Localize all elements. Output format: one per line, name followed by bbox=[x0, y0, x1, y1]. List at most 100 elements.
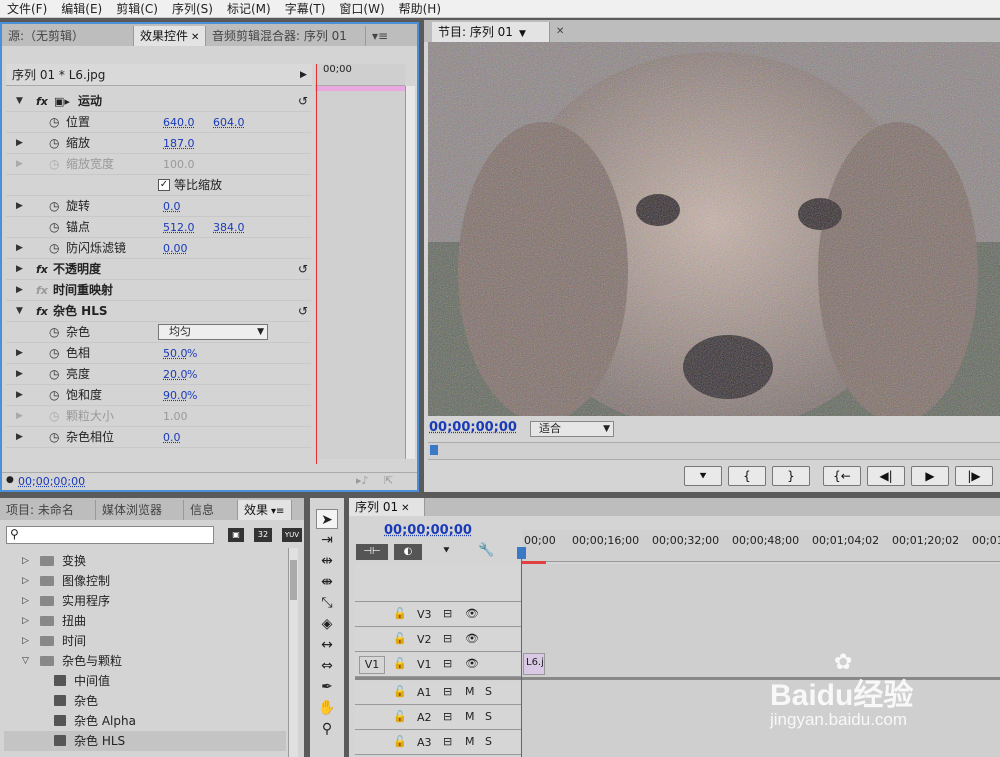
step-back-button[interactable]: ◀| bbox=[867, 466, 905, 486]
toggle-sync-lock-icon[interactable]: ⊟ bbox=[443, 632, 452, 645]
timeline-playhead[interactable] bbox=[521, 547, 522, 757]
tab-media-browser[interactable]: 媒体浏览器 bbox=[96, 500, 184, 520]
scale-value[interactable]: 187.0 bbox=[163, 133, 195, 154]
lock-icon[interactable]: 🔓 bbox=[393, 657, 407, 670]
stopwatch-icon[interactable]: ◷ bbox=[49, 196, 59, 217]
eye-icon[interactable]: 👁 bbox=[465, 657, 479, 670]
clip-l6[interactable]: L6.j bbox=[523, 653, 545, 675]
expand-icon[interactable]: ▶ bbox=[16, 259, 23, 280]
transform-icon[interactable]: ▣▸ bbox=[54, 91, 70, 112]
effect-folder-utility[interactable]: ▷ 实用程序 bbox=[4, 591, 286, 611]
expand-icon[interactable]: ▶ bbox=[16, 364, 23, 385]
lock-icon[interactable]: 🔓 bbox=[393, 685, 407, 698]
menu-file[interactable]: 文件(F) bbox=[0, 0, 54, 18]
effect-noise-hls[interactable]: 杂色 HLS bbox=[4, 731, 286, 751]
program-scrub-bar[interactable] bbox=[428, 442, 1000, 460]
program-timecode[interactable]: 00;00;00;00 bbox=[429, 420, 517, 435]
expand-icon[interactable]: ▶ bbox=[16, 196, 23, 217]
settings-wrench-icon[interactable]: 🔧 bbox=[478, 543, 494, 558]
mark-out-button[interactable]: } bbox=[772, 466, 810, 486]
razor-tool-icon[interactable]: ◈ bbox=[316, 614, 338, 634]
effect-noise[interactable]: 杂色 bbox=[4, 691, 286, 711]
menu-title[interactable]: 字幕(T) bbox=[278, 0, 333, 18]
add-marker-button[interactable]: ⯆ bbox=[684, 466, 722, 486]
step-forward-button[interactable]: |▶ bbox=[955, 466, 993, 486]
menu-help[interactable]: 帮助(H) bbox=[392, 0, 448, 18]
footer-timecode[interactable]: 00;00;00;00 bbox=[18, 475, 85, 488]
expand-icon[interactable]: ▼ bbox=[16, 91, 23, 112]
tab-effect-controls[interactable]: 效果控件 ✕ bbox=[134, 26, 206, 46]
stopwatch-icon[interactable]: ◷ bbox=[49, 385, 59, 406]
toggle-sync-lock-icon[interactable]: ⊟ bbox=[443, 735, 452, 748]
tab-info[interactable]: 信息 bbox=[184, 500, 238, 520]
play-button[interactable]: ▶ bbox=[911, 466, 949, 486]
track-v1[interactable]: V1 🔓 V1 ⊟ 👁 bbox=[355, 653, 522, 677]
track-a3[interactable]: 🔓 A3 ⊟ M S bbox=[355, 731, 522, 755]
expand-icon[interactable]: ▷ bbox=[22, 631, 29, 651]
close-icon[interactable]: ✕ bbox=[191, 32, 199, 43]
32bit-effects-icon[interactable]: 32 bbox=[254, 528, 272, 542]
toggle-sync-lock-icon[interactable]: ⊟ bbox=[443, 710, 452, 723]
track-a2[interactable]: 🔓 A2 ⊟ M S bbox=[355, 706, 522, 730]
motion-header[interactable]: ▼ fx 运动 ▣▸ ↺ bbox=[6, 91, 311, 112]
tab-sequence[interactable]: 序列 01 ✕ bbox=[349, 498, 425, 516]
panel-menu-icon[interactable]: ▾≡ bbox=[366, 26, 394, 46]
add-marker-icon[interactable]: ⯆ bbox=[442, 544, 451, 558]
close-icon[interactable]: ✕ bbox=[401, 503, 409, 514]
expand-icon[interactable]: ▷ bbox=[22, 591, 29, 611]
noise-hls-header[interactable]: ▼ fx 杂色 HLS ↺ bbox=[6, 301, 311, 322]
track-v2[interactable]: 🔓 V2 ⊟ 👁 bbox=[355, 628, 522, 652]
effects-search-input[interactable]: ⚲ bbox=[6, 526, 214, 544]
solo-button[interactable]: S bbox=[485, 685, 492, 698]
reset-icon[interactable]: ↺ bbox=[298, 301, 308, 322]
selection-tool-icon[interactable]: ➤ bbox=[316, 509, 338, 529]
rotation-value[interactable]: 0.0 bbox=[163, 196, 181, 217]
tab-source[interactable]: 源:（无剪辑） bbox=[2, 26, 134, 46]
menu-sequence[interactable]: 序列(S) bbox=[165, 0, 220, 18]
tab-project[interactable]: 项目: 未命名 bbox=[0, 500, 96, 520]
stopwatch-icon[interactable]: ◷ bbox=[49, 343, 59, 364]
expand-icon[interactable]: ▶ bbox=[16, 385, 23, 406]
effect-noise-alpha[interactable]: 杂色 Alpha bbox=[4, 711, 286, 731]
expand-icon[interactable]: ▶ bbox=[16, 427, 23, 448]
track-v3[interactable]: 🔓 V3 ⊟ 👁 bbox=[355, 603, 522, 627]
expand-icon[interactable]: ▶ bbox=[16, 238, 23, 259]
toggle-sync-lock-icon[interactable]: ⊟ bbox=[443, 657, 452, 670]
rolling-edit-tool-icon[interactable]: ⇼ bbox=[316, 572, 338, 592]
playhead-icon[interactable] bbox=[430, 445, 438, 455]
tab-program[interactable]: 节目: 序列 01 ▼ bbox=[432, 22, 550, 42]
expand-icon[interactable]: ▷ bbox=[22, 571, 29, 591]
noise-type-select[interactable]: 均匀 ▼ bbox=[158, 324, 268, 340]
stopwatch-icon[interactable]: ◷ bbox=[49, 322, 59, 343]
rate-stretch-tool-icon[interactable]: ⤡ bbox=[316, 593, 338, 613]
tab-effects[interactable]: 效果 ▾≡ bbox=[238, 500, 292, 520]
toggle-sync-lock-icon[interactable]: ⊟ bbox=[443, 607, 452, 620]
saturation-value[interactable]: 90.0 bbox=[163, 385, 188, 406]
export-icon[interactable]: ⇱ bbox=[384, 474, 393, 487]
effect-folder-image-control[interactable]: ▷ 图像控制 bbox=[4, 571, 286, 591]
lock-icon[interactable]: 🔓 bbox=[393, 710, 407, 723]
toggle-sync-lock-icon[interactable]: ⊟ bbox=[443, 685, 452, 698]
position-x[interactable]: 640.0 bbox=[163, 112, 195, 133]
lock-icon[interactable]: 🔓 bbox=[393, 632, 407, 645]
timeline-timecode[interactable]: 00;00;00;00 bbox=[384, 523, 472, 538]
audio-loop-icon[interactable]: ▸♪ bbox=[356, 474, 369, 487]
go-to-in-button[interactable]: {← bbox=[823, 466, 861, 486]
effect-folder-noise-grain[interactable]: ▽ 杂色与颗粒 bbox=[4, 651, 286, 671]
snap-icon[interactable]: ⊣⊢ bbox=[356, 544, 388, 560]
reset-icon[interactable]: ↺ bbox=[298, 259, 308, 280]
expand-icon[interactable]: ▶ bbox=[16, 133, 23, 154]
hand-tool-icon[interactable]: ✋ bbox=[316, 698, 338, 718]
reset-icon[interactable]: ↺ bbox=[298, 91, 308, 112]
fx-icon[interactable]: fx bbox=[36, 259, 48, 280]
stopwatch-icon[interactable]: ◷ bbox=[49, 427, 59, 448]
mute-button[interactable]: M bbox=[465, 735, 475, 748]
hue-value[interactable]: 50.0 bbox=[163, 343, 188, 364]
pen-tool-icon[interactable]: ✒ bbox=[316, 677, 338, 697]
effect-median[interactable]: 中间值 bbox=[4, 671, 286, 691]
lock-icon[interactable]: 🔓 bbox=[393, 735, 407, 748]
time-remap-header[interactable]: ▶ fx 时间重映射 bbox=[6, 280, 311, 301]
panel-menu-icon[interactable]: ▾≡ bbox=[271, 506, 284, 517]
mute-button[interactable]: M bbox=[465, 710, 475, 723]
program-viewer[interactable] bbox=[428, 42, 1000, 416]
